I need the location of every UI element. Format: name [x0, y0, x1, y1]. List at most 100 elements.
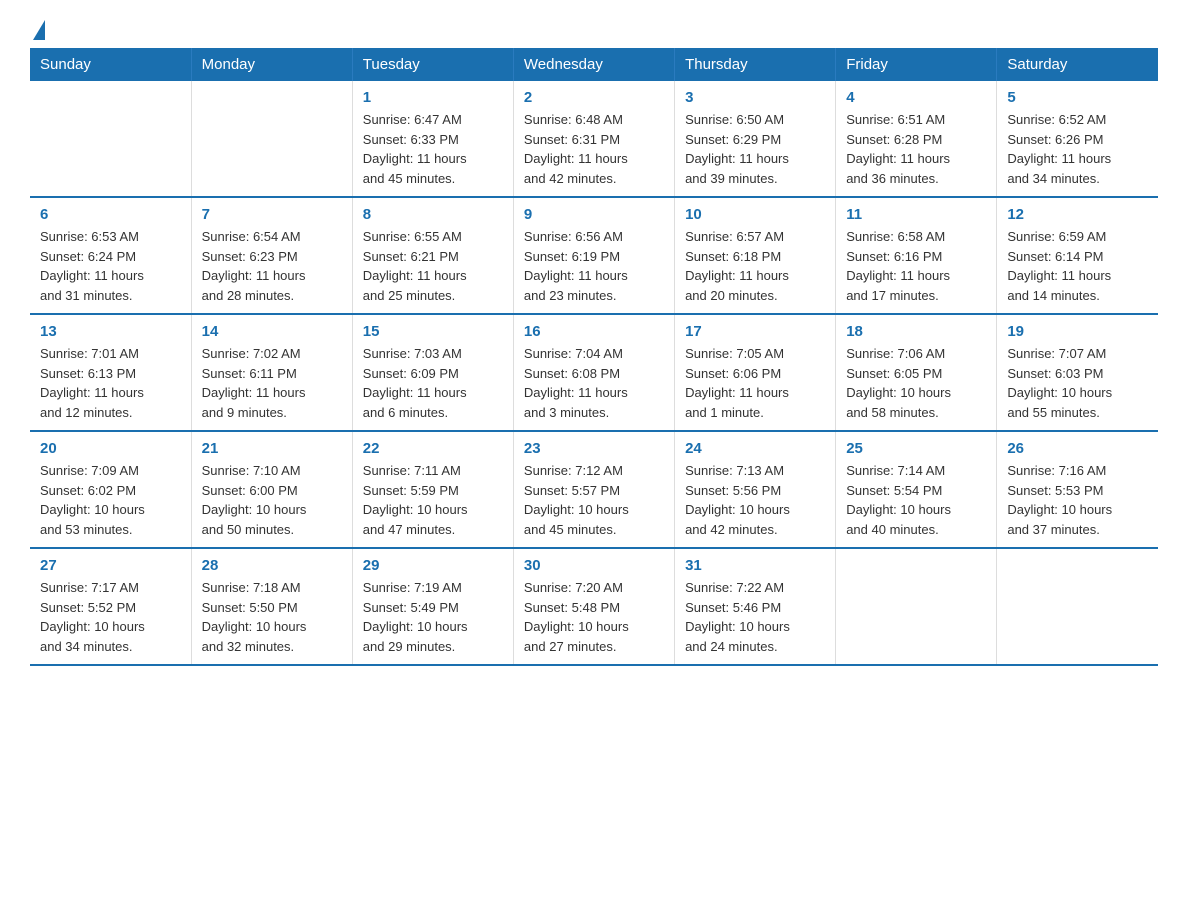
- header-sunday: Sunday: [30, 48, 191, 81]
- day-info: Sunrise: 6:50 AM Sunset: 6:29 PM Dayligh…: [685, 110, 825, 188]
- day-number: 2: [524, 89, 664, 106]
- calendar-cell: 17 Sunrise: 7:05 AM Sunset: 6:06 PM Dayli…: [675, 314, 836, 431]
- calendar-cell: [836, 548, 997, 665]
- calendar-cell: 20Sunrise: 7:09 AM Sunset: 6:02 PM Dayli…: [30, 431, 191, 548]
- day-number: 21: [202, 440, 342, 457]
- week-row-1: 6 Sunrise: 6:53 AM Sunset: 6:24 PM Daylig…: [30, 197, 1158, 314]
- day-number: 19: [1007, 323, 1148, 340]
- week-row-4: 27Sunrise: 7:17 AM Sunset: 5:52 PM Dayli…: [30, 548, 1158, 665]
- day-number: 27: [40, 557, 181, 574]
- day-info: Sunrise: 7:22 AM Sunset: 5:46 PM Dayligh…: [685, 578, 825, 656]
- calendar-cell: 26 Sunrise: 7:16 AM Sunset: 5:53 PM Dayli…: [997, 431, 1158, 548]
- day-number: 1: [363, 89, 503, 106]
- calendar-cell: 29 Sunrise: 7:19 AM Sunset: 5:49 PM Dayli…: [352, 548, 513, 665]
- day-number: 5: [1007, 89, 1148, 106]
- day-info: Sunrise: 7:12 AM Sunset: 5:57 PM Dayligh…: [524, 461, 664, 539]
- day-number: 17: [685, 323, 825, 340]
- day-info: Sunrise: 6:53 AM Sunset: 6:24 PM Dayligh…: [40, 227, 181, 305]
- day-info: Sunrise: 7:04 AM Sunset: 6:08 PM Dayligh…: [524, 344, 664, 422]
- day-info: Sunrise: 6:51 AM Sunset: 6:28 PM Dayligh…: [846, 110, 986, 188]
- calendar-cell: 12Sunrise: 6:59 AM Sunset: 6:14 PM Dayli…: [997, 197, 1158, 314]
- logo-triangle-icon: [33, 20, 45, 40]
- day-number: 30: [524, 557, 664, 574]
- day-number: 18: [846, 323, 986, 340]
- header-thursday: Thursday: [675, 48, 836, 81]
- header-wednesday: Wednesday: [513, 48, 674, 81]
- calendar-cell: [191, 81, 352, 197]
- day-info: Sunrise: 7:09 AM Sunset: 6:02 PM Dayligh…: [40, 461, 181, 539]
- week-row-2: 13Sunrise: 7:01 AM Sunset: 6:13 PM Dayli…: [30, 314, 1158, 431]
- day-number: 28: [202, 557, 342, 574]
- calendar-cell: 16 Sunrise: 7:04 AM Sunset: 6:08 PM Dayli…: [513, 314, 674, 431]
- calendar-cell: [30, 81, 191, 197]
- day-info: Sunrise: 7:19 AM Sunset: 5:49 PM Dayligh…: [363, 578, 503, 656]
- day-info: Sunrise: 6:57 AM Sunset: 6:18 PM Dayligh…: [685, 227, 825, 305]
- day-number: 6: [40, 206, 181, 223]
- calendar-cell: 18 Sunrise: 7:06 AM Sunset: 6:05 PM Dayli…: [836, 314, 997, 431]
- calendar-cell: 8Sunrise: 6:55 AM Sunset: 6:21 PM Daylig…: [352, 197, 513, 314]
- calendar-cell: 27Sunrise: 7:17 AM Sunset: 5:52 PM Dayli…: [30, 548, 191, 665]
- calendar-cell: 25Sunrise: 7:14 AM Sunset: 5:54 PM Dayli…: [836, 431, 997, 548]
- calendar-cell: 1 Sunrise: 6:47 AM Sunset: 6:33 PM Daylig…: [352, 81, 513, 197]
- logo: [30, 20, 45, 38]
- day-info: Sunrise: 7:14 AM Sunset: 5:54 PM Dayligh…: [846, 461, 986, 539]
- day-number: 7: [202, 206, 342, 223]
- day-info: Sunrise: 6:48 AM Sunset: 6:31 PM Dayligh…: [524, 110, 664, 188]
- calendar-cell: 28 Sunrise: 7:18 AM Sunset: 5:50 PM Dayli…: [191, 548, 352, 665]
- header-tuesday: Tuesday: [352, 48, 513, 81]
- day-number: 26: [1007, 440, 1148, 457]
- calendar-cell: 30 Sunrise: 7:20 AM Sunset: 5:48 PM Dayli…: [513, 548, 674, 665]
- calendar-cell: 13Sunrise: 7:01 AM Sunset: 6:13 PM Dayli…: [30, 314, 191, 431]
- day-info: Sunrise: 7:11 AM Sunset: 5:59 PM Dayligh…: [363, 461, 503, 539]
- week-row-0: 1 Sunrise: 6:47 AM Sunset: 6:33 PM Daylig…: [30, 81, 1158, 197]
- day-info: Sunrise: 7:16 AM Sunset: 5:53 PM Dayligh…: [1007, 461, 1148, 539]
- calendar-table: SundayMondayTuesdayWednesdayThursdayFrid…: [30, 48, 1158, 666]
- header-friday: Friday: [836, 48, 997, 81]
- day-info: Sunrise: 7:18 AM Sunset: 5:50 PM Dayligh…: [202, 578, 342, 656]
- calendar-cell: 11 Sunrise: 6:58 AM Sunset: 6:16 PM Dayli…: [836, 197, 997, 314]
- day-number: 29: [363, 557, 503, 574]
- page-header: [30, 20, 1158, 38]
- calendar-cell: 10 Sunrise: 6:57 AM Sunset: 6:18 PM Dayli…: [675, 197, 836, 314]
- day-info: Sunrise: 7:02 AM Sunset: 6:11 PM Dayligh…: [202, 344, 342, 422]
- calendar-cell: 5 Sunrise: 6:52 AM Sunset: 6:26 PM Daylig…: [997, 81, 1158, 197]
- calendar-cell: 14Sunrise: 7:02 AM Sunset: 6:11 PM Dayli…: [191, 314, 352, 431]
- day-number: 4: [846, 89, 986, 106]
- day-info: Sunrise: 6:56 AM Sunset: 6:19 PM Dayligh…: [524, 227, 664, 305]
- calendar-cell: 15 Sunrise: 7:03 AM Sunset: 6:09 PM Dayli…: [352, 314, 513, 431]
- day-info: Sunrise: 6:47 AM Sunset: 6:33 PM Dayligh…: [363, 110, 503, 188]
- day-number: 22: [363, 440, 503, 457]
- calendar-cell: 19Sunrise: 7:07 AM Sunset: 6:03 PM Dayli…: [997, 314, 1158, 431]
- day-info: Sunrise: 6:58 AM Sunset: 6:16 PM Dayligh…: [846, 227, 986, 305]
- day-info: Sunrise: 7:20 AM Sunset: 5:48 PM Dayligh…: [524, 578, 664, 656]
- calendar-cell: [997, 548, 1158, 665]
- calendar-cell: 6 Sunrise: 6:53 AM Sunset: 6:24 PM Daylig…: [30, 197, 191, 314]
- day-info: Sunrise: 7:13 AM Sunset: 5:56 PM Dayligh…: [685, 461, 825, 539]
- header-saturday: Saturday: [997, 48, 1158, 81]
- day-number: 16: [524, 323, 664, 340]
- day-info: Sunrise: 7:06 AM Sunset: 6:05 PM Dayligh…: [846, 344, 986, 422]
- day-number: 15: [363, 323, 503, 340]
- calendar-cell: 31 Sunrise: 7:22 AM Sunset: 5:46 PM Dayli…: [675, 548, 836, 665]
- day-number: 31: [685, 557, 825, 574]
- day-info: Sunrise: 6:54 AM Sunset: 6:23 PM Dayligh…: [202, 227, 342, 305]
- day-info: Sunrise: 7:03 AM Sunset: 6:09 PM Dayligh…: [363, 344, 503, 422]
- calendar-cell: 24 Sunrise: 7:13 AM Sunset: 5:56 PM Dayli…: [675, 431, 836, 548]
- day-info: Sunrise: 6:55 AM Sunset: 6:21 PM Dayligh…: [363, 227, 503, 305]
- day-number: 3: [685, 89, 825, 106]
- day-number: 13: [40, 323, 181, 340]
- day-number: 10: [685, 206, 825, 223]
- calendar-cell: 2 Sunrise: 6:48 AM Sunset: 6:31 PM Daylig…: [513, 81, 674, 197]
- calendar-header-row: SundayMondayTuesdayWednesdayThursdayFrid…: [30, 48, 1158, 81]
- day-number: 9: [524, 206, 664, 223]
- day-info: Sunrise: 6:52 AM Sunset: 6:26 PM Dayligh…: [1007, 110, 1148, 188]
- day-info: Sunrise: 7:05 AM Sunset: 6:06 PM Dayligh…: [685, 344, 825, 422]
- day-number: 11: [846, 206, 986, 223]
- week-row-3: 20Sunrise: 7:09 AM Sunset: 6:02 PM Dayli…: [30, 431, 1158, 548]
- day-number: 12: [1007, 206, 1148, 223]
- day-number: 24: [685, 440, 825, 457]
- calendar-cell: 7 Sunrise: 6:54 AM Sunset: 6:23 PM Daylig…: [191, 197, 352, 314]
- calendar-cell: 22 Sunrise: 7:11 AM Sunset: 5:59 PM Dayli…: [352, 431, 513, 548]
- day-info: Sunrise: 7:10 AM Sunset: 6:00 PM Dayligh…: [202, 461, 342, 539]
- calendar-cell: 23Sunrise: 7:12 AM Sunset: 5:57 PM Dayli…: [513, 431, 674, 548]
